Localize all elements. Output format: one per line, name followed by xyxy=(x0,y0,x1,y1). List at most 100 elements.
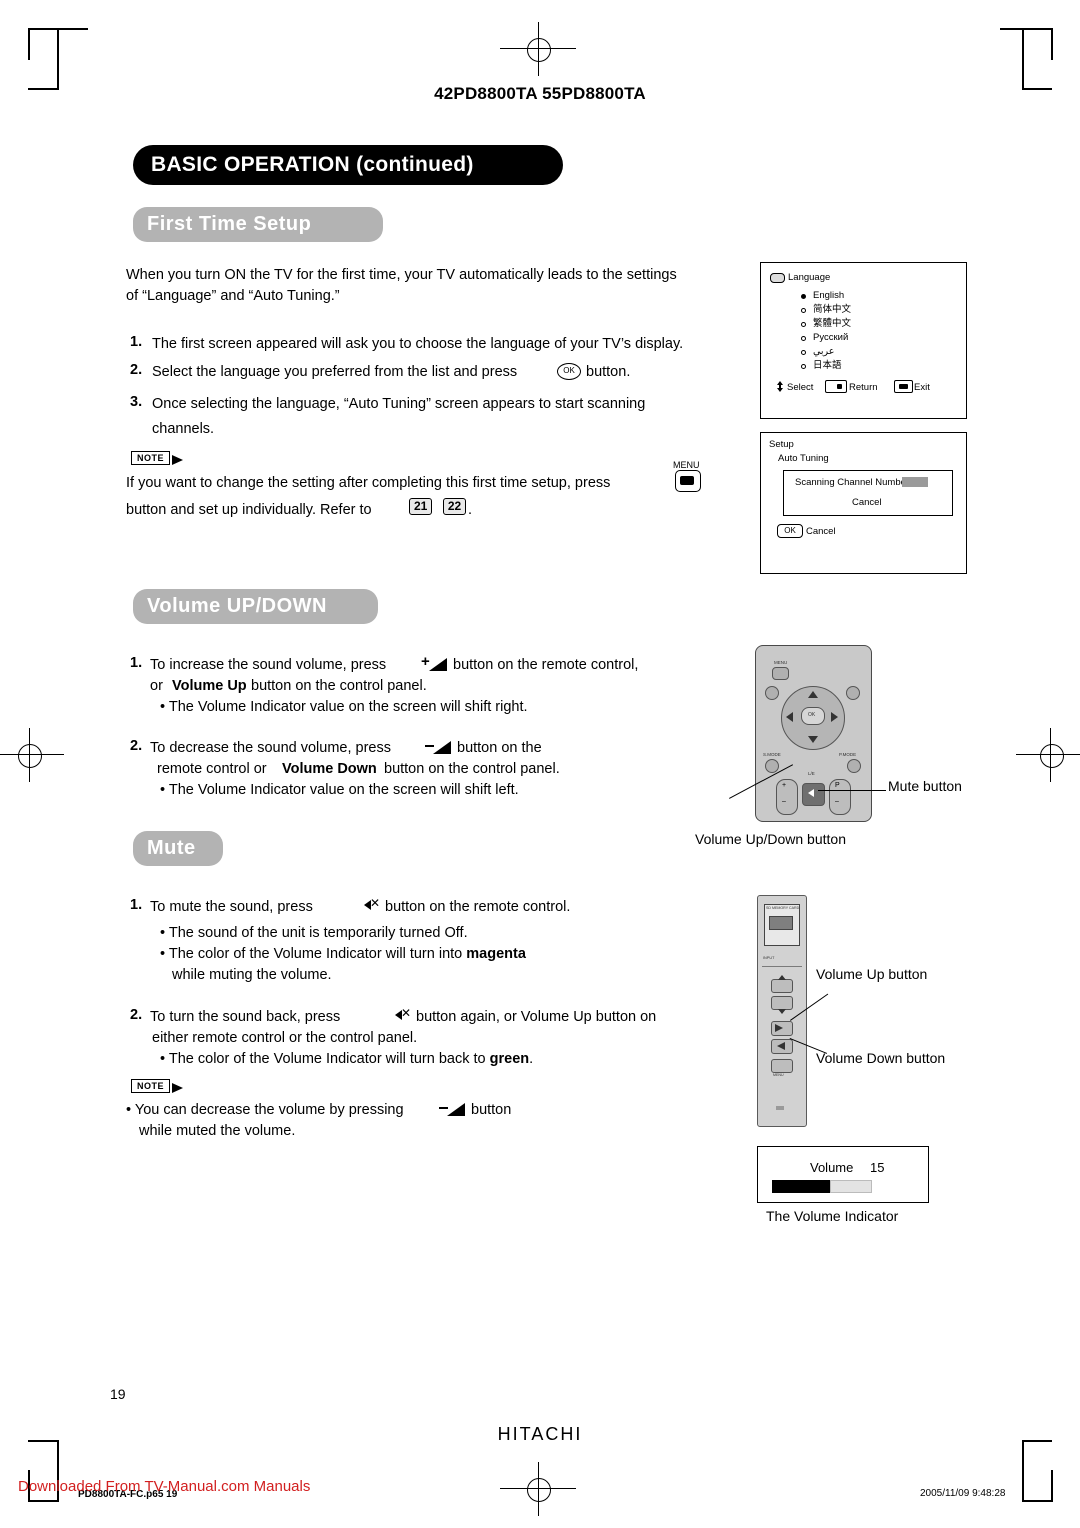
volume-indicator-bar-empty xyxy=(830,1180,872,1193)
language-bullet-5 xyxy=(801,364,806,369)
panel-sd-label: SD MEMORY CARD xyxy=(766,906,800,910)
note-arrow-mute xyxy=(172,1083,183,1093)
crop-mark-tl-v xyxy=(57,28,59,90)
volume-indicator-caption: The Volume Indicator xyxy=(766,1208,899,1224)
callout-mute-button: Mute button xyxy=(888,778,962,794)
watermark-text: Downloaded From TV-Manual.com Manuals xyxy=(18,1478,311,1495)
osd-setup-subtitle: Auto Tuning xyxy=(778,453,829,464)
registration-line-right-h xyxy=(1016,754,1080,755)
panel-menu-label: MENU xyxy=(773,1073,784,1077)
volume-indicator-label: Volume xyxy=(810,1160,854,1175)
remote-volume-rocker xyxy=(776,779,798,815)
registration-line-left-v xyxy=(29,728,30,782)
osd-cancel-label[interactable]: Cancel xyxy=(806,525,836,538)
subsection-first-time-setup: First Time Setup xyxy=(133,207,383,242)
mute-glyph-1-wrap xyxy=(364,896,380,915)
language-item-traditional-chinese: 繁體中文 xyxy=(813,318,852,329)
menu-button-icon xyxy=(675,470,701,492)
mute-step2-number: 2. xyxy=(130,1007,143,1023)
manual-page: 42PD8800TA 55PD8800TA BASIC OPERATION (c… xyxy=(0,0,1080,1528)
mute-bullet-3-pre: The color of the Volume Indicator will t… xyxy=(168,1051,486,1067)
language-bullet-3 xyxy=(801,336,806,341)
model-numbers: 42PD8800TA 55PD8800TA xyxy=(434,84,646,103)
mute-step2-text-c: either remote control or the control pan… xyxy=(152,1030,418,1046)
remote-pmode-label: P.MODE xyxy=(839,752,857,757)
panel-input-label: INPUT xyxy=(763,956,775,960)
note-ref-wrap: 21 22 xyxy=(409,498,467,516)
volume-indicator-value: 15 xyxy=(870,1160,885,1175)
panel-channel-up-arrow xyxy=(778,975,786,980)
remote-channel-plus: P xyxy=(835,782,840,789)
volume-step2-text-a: To decrease the sound volume, press xyxy=(150,740,391,756)
volume-step2-text-b: button on the xyxy=(457,740,542,756)
step-2-number: 2. xyxy=(130,362,143,378)
bullet-dot-1: • xyxy=(160,699,166,715)
bullet-dot-2: • xyxy=(160,782,166,798)
registration-line-left-h xyxy=(0,754,64,755)
mute-step2-text-b: button again, or Volume Up button on xyxy=(416,1009,657,1025)
step-2-ok-glyph-wrap: OK xyxy=(557,361,581,382)
panel-menu-button xyxy=(771,1059,793,1073)
remote-life-label: L/E xyxy=(808,771,815,776)
panel-channel-down-button xyxy=(771,996,793,1010)
remote-smode-button xyxy=(765,759,779,773)
intro-line-2: of “Language” and “Auto Tuning.” xyxy=(126,288,340,304)
crop-mark-tl-v2 xyxy=(28,28,30,60)
updown-arrow-icon xyxy=(777,381,783,392)
volume-step1-text-a: To increase the sound volume, press xyxy=(150,657,387,673)
note-label-mute: NOTE xyxy=(131,1079,171,1093)
volume-indicator-bar-filled xyxy=(772,1180,830,1193)
remote-channel-rocker xyxy=(829,779,851,815)
osd-language-screen: Language English 简体中文 繁體中文 Русский عربي … xyxy=(760,262,967,419)
volume-down-icon xyxy=(425,740,451,754)
control-panel-illustration: SD MEMORY CARD INPUT MENU xyxy=(757,895,807,1127)
remote-nav-right-arrow xyxy=(831,712,838,722)
crop-mark-tr-v2 xyxy=(1051,28,1053,60)
registration-line-bottom-v xyxy=(538,1462,539,1516)
remote-menu-label: MENU xyxy=(774,660,788,665)
language-item-english: English xyxy=(813,290,845,301)
mute-glyph-2-wrap xyxy=(395,1006,411,1025)
mute-step1-number: 1. xyxy=(130,897,143,913)
mute-note-text-a: You can decrease the volume by pressing xyxy=(134,1102,404,1118)
volume-step2-text-c-post: button on the control panel. xyxy=(384,761,560,777)
leader-mute-button xyxy=(818,790,886,791)
remote-volume-plus: + xyxy=(782,782,787,789)
registration-mark-left xyxy=(18,744,42,768)
mute-note-line1: • You can decrease the volume by pressin… xyxy=(126,1100,404,1121)
panel-volume-down-icon xyxy=(777,1042,785,1050)
osd-footer-select: Select xyxy=(787,382,814,393)
volume-up-icon xyxy=(421,653,447,671)
footer-timestamp: 2005/11/09 9:48:28 xyxy=(920,1488,1006,1499)
page-ref-21: 21 xyxy=(409,498,433,516)
volume-step1-bullet: • The Volume Indicator value on the scre… xyxy=(160,697,528,718)
panel-divider xyxy=(762,966,802,967)
remote-menu-button xyxy=(772,667,789,680)
remote-pmode-button xyxy=(847,759,861,773)
callout-volume-up-button: Volume Up button xyxy=(816,966,928,982)
step-1-number: 1. xyxy=(130,334,143,350)
crop-mark-br-h2 xyxy=(1022,1500,1052,1502)
step-2-text-a: Select the language you preferred from t… xyxy=(152,364,518,380)
osd-ok-button[interactable]: OK xyxy=(777,524,803,538)
note-first-line1: If you want to change the setting after … xyxy=(126,475,611,491)
registration-mark-right xyxy=(1040,744,1064,768)
osd-setup-title: Setup xyxy=(769,439,794,450)
bullet-dot-5: • xyxy=(160,1051,166,1067)
language-item-japanese: 日本語 xyxy=(813,360,842,371)
remote-nav-up-arrow xyxy=(808,691,818,698)
remote-nav-down-arrow xyxy=(808,736,818,743)
step-3-text: Once selecting the language, “Auto Tunin… xyxy=(152,396,646,412)
language-item-arabic: عربي xyxy=(813,346,835,357)
registration-mark-bottom xyxy=(527,1478,551,1502)
mute-note-voldown-wrap xyxy=(439,1100,465,1118)
mute-step2-text-a: To turn the sound back, press xyxy=(150,1009,341,1025)
osd-scanning-box: Scanning Channel Number: 33 Cancel xyxy=(783,470,953,516)
step-2-text-b: button. xyxy=(586,364,631,380)
mute-note-text-c: while muted the volume. xyxy=(139,1123,296,1139)
mute-bullet-2-pre: The color of the Volume Indicator will t… xyxy=(168,946,463,962)
registration-mark-top xyxy=(527,38,551,62)
volume-step1-text-c-bold: Volume Up xyxy=(172,678,247,694)
mute-bullet-3-post: . xyxy=(529,1051,534,1067)
mute-icon xyxy=(364,896,380,913)
